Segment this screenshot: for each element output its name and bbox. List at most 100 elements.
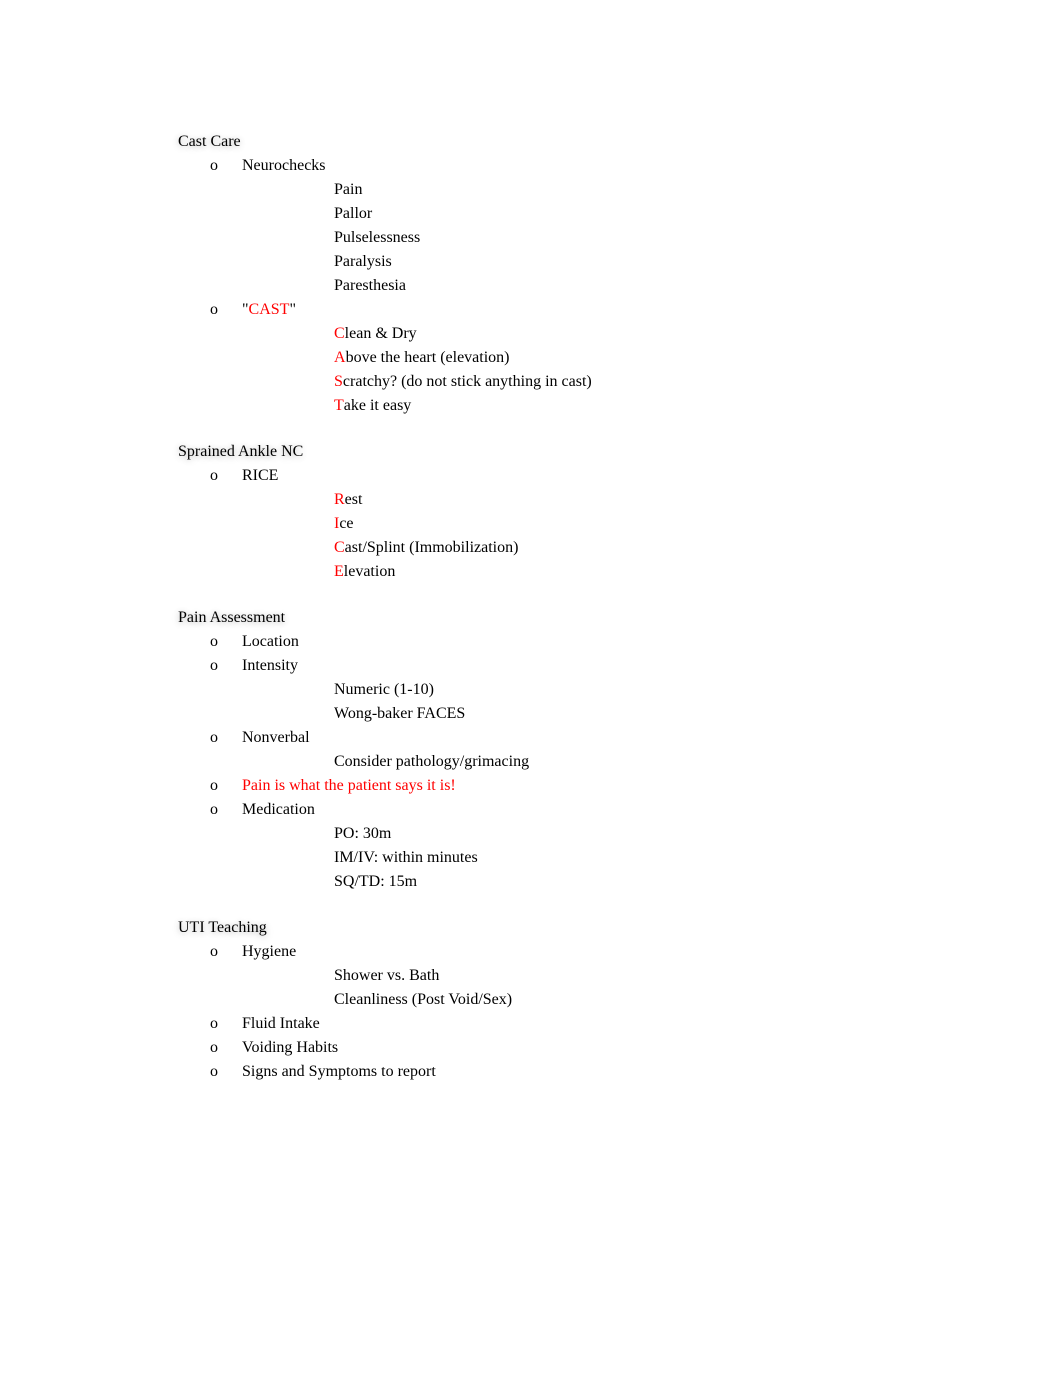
section-heading: Cast Care — [178, 130, 962, 154]
mnemonic-letter: C — [334, 322, 345, 346]
item-list: PO: 30mIM/IV: within minutesSQ/TD: 15m — [210, 822, 962, 894]
sub-label: Voiding Habits — [242, 1036, 338, 1060]
mnemonic-letter: E — [334, 560, 344, 584]
sub-item: oNeurochecks — [210, 154, 962, 178]
bullet-icon — [302, 988, 334, 993]
list-item: Scratchy? (do not stick anything in cast… — [302, 370, 962, 394]
mnemonic-letter: T — [334, 394, 344, 418]
sub-list: oLocationoIntensityNumeric (1-10)Wong-ba… — [150, 630, 962, 894]
sub-list: oHygieneShower vs. BathCleanliness (Post… — [150, 940, 962, 1084]
bullet-icon — [302, 250, 334, 255]
list-item: Consider pathology/grimacing — [302, 750, 962, 774]
item-label: Paresthesia — [334, 274, 406, 298]
item-label: Pain — [334, 178, 362, 202]
sub-label: Pain is what the patient says it is! — [242, 774, 456, 798]
bullet-icon — [150, 606, 178, 611]
item-label: Cleanliness (Post Void/Sex) — [334, 988, 512, 1012]
sub-label: Neurochecks — [242, 154, 326, 178]
sub-item: oIntensity — [210, 654, 962, 678]
bullet-icon: o — [210, 464, 242, 488]
item-list: Shower vs. BathCleanliness (Post Void/Se… — [210, 964, 962, 1012]
bullet-icon: o — [210, 630, 242, 654]
item-text: cratchy? (do not stick anything in cast) — [343, 373, 592, 390]
bullet-icon: o — [210, 654, 242, 678]
list-item: Cast/Splint (Immobilization) — [302, 536, 962, 560]
section-heading: Pain Assessment — [178, 606, 962, 630]
bullet-icon: o — [210, 726, 242, 750]
item-label: Above the heart (elevation) — [334, 346, 509, 370]
section: Pain AssessmentoLocationoIntensityNumeri… — [150, 606, 962, 894]
section-heading-row: Pain Assessment — [150, 606, 962, 630]
section-heading-row: Sprained Ankle NC — [150, 440, 962, 464]
section: Cast CareoNeurochecksPainPallorPulseless… — [150, 130, 962, 418]
bullet-icon — [302, 750, 334, 755]
item-list: Numeric (1-10)Wong-baker FACES — [210, 678, 962, 726]
section: UTI TeachingoHygieneShower vs. BathClean… — [150, 916, 962, 1084]
sub-label: Intensity — [242, 654, 298, 678]
sub-label: Location — [242, 630, 299, 654]
list-item: IM/IV: within minutes — [302, 846, 962, 870]
sub-list: oRICERestIceCast/Splint (Immobilization)… — [150, 464, 962, 584]
bullet-icon — [150, 916, 178, 921]
bullet-icon — [302, 226, 334, 231]
list-item: Numeric (1-10) — [302, 678, 962, 702]
document-root: Cast CareoNeurochecksPainPallorPulseless… — [150, 130, 962, 1084]
list-item: Cleanliness (Post Void/Sex) — [302, 988, 962, 1012]
list-item: Ice — [302, 512, 962, 536]
item-label: Shower vs. Bath — [334, 964, 439, 988]
bullet-icon — [302, 178, 334, 183]
sub-label: Nonverbal — [242, 726, 310, 750]
item-label: Cast/Splint (Immobilization) — [334, 536, 518, 560]
sub-label-red: CAST — [249, 301, 290, 318]
bullet-icon: o — [210, 154, 242, 178]
bullet-icon — [302, 274, 334, 279]
list-item: Rest — [302, 488, 962, 512]
list-item: Pulselessness — [302, 226, 962, 250]
sub-label: RICE — [242, 464, 278, 488]
list-item: PO: 30m — [302, 822, 962, 846]
sub-item: oPain is what the patient says it is! — [210, 774, 962, 798]
mnemonic-letter: R — [334, 488, 345, 512]
bullet-icon: o — [210, 1036, 242, 1060]
item-list: Consider pathology/grimacing — [210, 750, 962, 774]
item-text: ce — [339, 515, 353, 532]
item-label: Pulselessness — [334, 226, 420, 250]
item-text: lean & Dry — [345, 325, 417, 342]
bullet-icon — [302, 702, 334, 707]
bullet-icon — [150, 130, 178, 135]
sub-list: oNeurochecksPainPallorPulselessnessParal… — [150, 154, 962, 418]
sub-label: "CAST" — [242, 298, 296, 322]
list-item: Take it easy — [302, 394, 962, 418]
item-label: Clean & Dry — [334, 322, 417, 346]
item-label: IM/IV: within minutes — [334, 846, 478, 870]
bullet-icon: o — [210, 1012, 242, 1036]
sub-item: oMedication — [210, 798, 962, 822]
section-heading-row: Cast Care — [150, 130, 962, 154]
sub-item: oHygiene — [210, 940, 962, 964]
item-label: PO: 30m — [334, 822, 391, 846]
section-heading: UTI Teaching — [178, 916, 962, 940]
item-text: ake it easy — [344, 397, 412, 414]
section: Sprained Ankle NCoRICERestIceCast/Splint… — [150, 440, 962, 584]
bullet-icon — [302, 322, 334, 327]
sub-label: Medication — [242, 798, 315, 822]
item-list: Clean & DryAbove the heart (elevation)Sc… — [210, 322, 962, 418]
sub-item: o"CAST" — [210, 298, 962, 322]
bullet-icon — [302, 202, 334, 207]
sub-item: oNonverbal — [210, 726, 962, 750]
bullet-icon — [302, 394, 334, 399]
item-label: Elevation — [334, 560, 395, 584]
sub-item: oLocation — [210, 630, 962, 654]
mnemonic-letter: C — [334, 536, 345, 560]
list-item: Paralysis — [302, 250, 962, 274]
sub-label: Hygiene — [242, 940, 296, 964]
mnemonic-letter: A — [334, 346, 346, 370]
list-item: Pain — [302, 178, 962, 202]
item-text: bove the heart (elevation) — [346, 349, 510, 366]
bullet-icon — [302, 536, 334, 541]
item-list: RestIceCast/Splint (Immobilization)Eleva… — [210, 488, 962, 584]
item-label: Wong-baker FACES — [334, 702, 465, 726]
sub-item: oRICE — [210, 464, 962, 488]
sub-item: oVoiding Habits — [210, 1036, 962, 1060]
sub-label-red: Pain is what the patient says it is! — [242, 777, 456, 794]
